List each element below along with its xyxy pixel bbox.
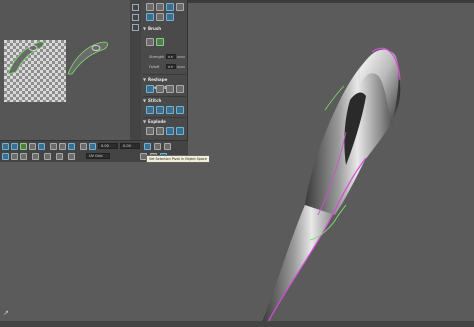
uv-display-icon[interactable]	[154, 143, 161, 150]
toolkit-second-row	[146, 13, 174, 22]
rotate-tool-icon[interactable]	[132, 24, 139, 31]
strength-slider[interactable]	[177, 56, 185, 58]
triangle-down-icon: ▼	[143, 26, 147, 31]
uv-select-mode-icon[interactable]	[2, 153, 9, 160]
optimize-icon[interactable]	[166, 85, 174, 93]
stitch-section-header[interactable]: ▼ Stitch	[141, 97, 187, 105]
snap-icon[interactable]	[156, 3, 164, 11]
uv-texture-field[interactable]: UV Grid	[86, 153, 110, 159]
uv-editor-panel[interactable]	[0, 0, 130, 140]
uv-field-2[interactable]: 0.00	[120, 143, 140, 149]
grid-icon[interactable]	[146, 3, 154, 11]
brush-header-label: Brush	[148, 26, 162, 31]
explode-section-header[interactable]: ▼ Explode	[141, 118, 187, 126]
stitch-together-icon[interactable]	[146, 106, 154, 114]
toolkit-top-row	[146, 3, 184, 12]
axis-gizmo-icon: ↗	[3, 309, 9, 317]
uv-move-icon[interactable]	[11, 143, 18, 150]
uv-field-1[interactable]: 0.00	[98, 143, 118, 149]
lock-icon[interactable]	[44, 153, 51, 160]
uv-toolkit-panel[interactable]: ▼ Brush Strength 0.5 Falloff 0.5 ▼ Resha…	[141, 0, 188, 140]
select-tool-icon[interactable]	[132, 4, 139, 11]
uv-vertex-mode-icon[interactable]	[20, 153, 27, 160]
move-and-sew-icon[interactable]	[156, 106, 164, 114]
pivot-icon[interactable]	[166, 3, 174, 11]
distribute-icon[interactable]	[156, 13, 164, 21]
move-tool-icon[interactable]	[132, 14, 139, 21]
stitch-buttons	[146, 106, 184, 115]
triangle-down-icon: ▼	[143, 77, 147, 82]
explode-buttons	[146, 127, 184, 136]
uv-shading-icon[interactable]	[144, 143, 151, 150]
uv-isolate-icon[interactable]	[56, 153, 63, 160]
brush-buttons	[146, 38, 164, 47]
smooth-brush-icon[interactable]	[156, 38, 164, 46]
uv-layout-icon[interactable]	[80, 143, 87, 150]
axis-icon[interactable]	[176, 3, 184, 11]
uv-flip-icon[interactable]	[38, 143, 45, 150]
uv-shell-2	[67, 41, 108, 75]
unfold-icon[interactable]	[156, 85, 164, 93]
explode-icon[interactable]	[166, 127, 174, 135]
brush-section-header[interactable]: ▼ Brush	[141, 25, 187, 33]
straighten-icon[interactable]	[146, 85, 154, 93]
uv-edge-mode-icon[interactable]	[11, 153, 18, 160]
pinch-brush-icon[interactable]	[146, 38, 154, 46]
uv-select-icon[interactable]	[2, 143, 9, 150]
falloff-slider[interactable]	[177, 66, 185, 68]
uv-normalize-icon[interactable]	[68, 143, 75, 150]
falloff-label: Falloff	[149, 65, 160, 69]
strength-field[interactable]: 0.5	[166, 54, 176, 59]
uv-grid-icon[interactable]	[59, 143, 66, 150]
reshape-section-header[interactable]: ▼ Reshape Elements	[141, 76, 187, 90]
uv-shells[interactable]	[0, 30, 130, 110]
relax-icon[interactable]	[176, 85, 184, 93]
align-icon[interactable]	[146, 13, 154, 21]
stitch-header-label: Stitch	[148, 98, 162, 103]
uv-settings-icon[interactable]	[68, 153, 75, 160]
cut-icon[interactable]	[146, 127, 154, 135]
falloff-field[interactable]: 0.5	[166, 64, 176, 69]
stitch-to-icon[interactable]	[166, 106, 174, 114]
triangle-down-icon: ▼	[143, 98, 147, 103]
explode-header-label: Explode	[148, 119, 166, 124]
divider	[143, 74, 186, 75]
uv-image-icon[interactable]	[164, 143, 171, 150]
flip-icon[interactable]	[166, 13, 174, 21]
merge-icon[interactable]	[176, 127, 184, 135]
uv-tool-strip[interactable]	[130, 0, 141, 140]
uv-rotate-icon[interactable]	[20, 143, 27, 150]
uv-scale-icon[interactable]	[29, 143, 36, 150]
uv-face-mode-icon[interactable]	[32, 153, 39, 160]
uv-shell-1	[7, 41, 45, 75]
sew-icon[interactable]	[176, 106, 184, 114]
reshape-buttons	[146, 85, 184, 94]
tooltip: Set Selection Pivot in Object Space	[146, 155, 210, 163]
status-bar	[0, 321, 474, 327]
triangle-down-icon: ▼	[143, 119, 147, 124]
split-icon[interactable]	[156, 127, 164, 135]
strength-label: Strength	[149, 55, 165, 59]
uv-distortion-icon[interactable]	[89, 143, 96, 150]
uv-snap-icon[interactable]	[50, 143, 57, 150]
